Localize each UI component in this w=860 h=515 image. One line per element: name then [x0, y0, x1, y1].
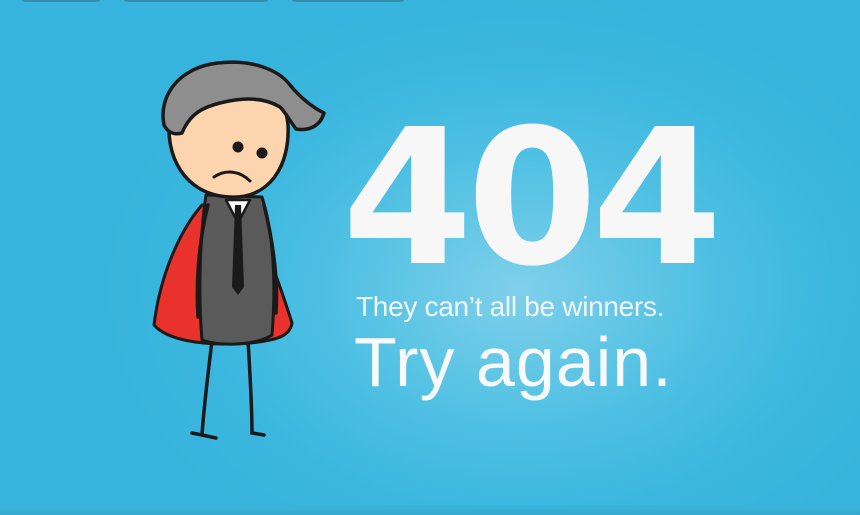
error-message: They can’t all be winners. [356, 291, 665, 322]
top-tab-2[interactable] [122, 0, 270, 2]
try-again-link[interactable]: Try again. [354, 320, 734, 404]
bottom-strip [0, 505, 860, 515]
top-tab-1[interactable] [20, 0, 102, 2]
left-leg [190, 338, 218, 440]
right-leg [246, 338, 266, 437]
left-eye [232, 141, 244, 153]
error-code: 404 [342, 89, 722, 308]
top-tab-3[interactable] [290, 0, 406, 2]
right-eye [256, 147, 268, 159]
sad-caped-man-icon [152, 60, 326, 440]
